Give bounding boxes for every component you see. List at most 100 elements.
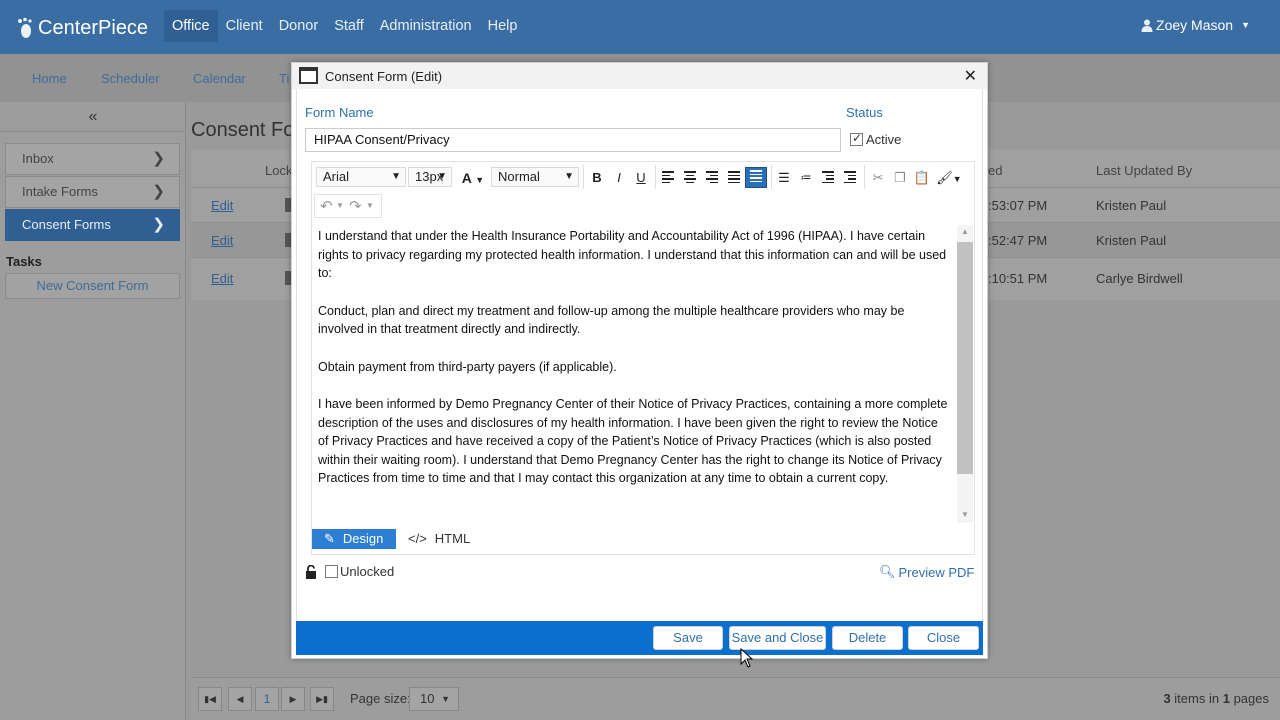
- prev-page-icon[interactable]: ◀: [228, 687, 252, 711]
- font-family-value: Arial: [323, 169, 350, 184]
- content-paragraph: Conduct, plan and direct my treatment an…: [318, 303, 905, 337]
- toolbar-separator: [583, 165, 584, 189]
- next-page-icon[interactable]: ▶: [281, 687, 305, 711]
- caret-down-icon: ▼: [437, 171, 447, 182]
- subnav-calendar[interactable]: Calendar: [193, 71, 246, 86]
- status-label: Status: [846, 105, 883, 120]
- design-mode-label: Design: [342, 531, 384, 546]
- align-center-icon[interactable]: [680, 169, 700, 187]
- close-button[interactable]: Close: [908, 626, 979, 650]
- preview-pdf-link[interactable]: 🔍︎ Preview PDF: [879, 564, 974, 580]
- subnav-scheduler[interactable]: Scheduler: [101, 71, 160, 86]
- justify-icon[interactable]: [724, 169, 744, 187]
- form-name-label: Form Name: [305, 105, 374, 120]
- editor-scrollbar-thumb[interactable]: [957, 242, 973, 474]
- toolbar-separator: [655, 165, 656, 189]
- search-icon: 🔍︎: [879, 564, 896, 579]
- html-mode-tab[interactable]: </> HTML: [408, 529, 470, 549]
- redo-icon[interactable]: ↷: [349, 197, 362, 215]
- toolbar-separator: [864, 165, 865, 189]
- cut-icon[interactable]: ✂: [868, 169, 888, 187]
- nav-staff[interactable]: Staff: [326, 10, 372, 42]
- sidebar-item-intake-forms[interactable]: Intake Forms ❯: [5, 176, 180, 208]
- edit-link[interactable]: Edit: [211, 233, 233, 248]
- page-number-button[interactable]: 1: [255, 687, 279, 711]
- editor-content[interactable]: I understand that under the Health Insur…: [312, 225, 957, 523]
- unlocked-checkbox[interactable]: [325, 565, 338, 578]
- active-checkbox[interactable]: [850, 131, 863, 146]
- delete-button[interactable]: Delete: [832, 626, 903, 650]
- chevron-right-icon: ❯: [152, 183, 165, 200]
- numbered-list-icon[interactable]: ≔: [796, 169, 816, 187]
- page-title: Consent Fo: [191, 119, 295, 141]
- user-menu[interactable]: Zoey Mason ▼: [1141, 17, 1250, 33]
- window-icon: [299, 67, 318, 84]
- clear-alignment-icon[interactable]: [745, 167, 767, 188]
- page-count: 1: [1222, 691, 1230, 706]
- subnav-truncated[interactable]: Ti: [279, 71, 289, 86]
- nav-office[interactable]: Office: [164, 10, 218, 42]
- indent-icon[interactable]: [840, 169, 860, 187]
- grid-header-updated-by[interactable]: Last Updated By: [1096, 163, 1192, 178]
- subnav-home[interactable]: Home: [32, 71, 67, 86]
- paragraph-format-select[interactable]: Normal ▼: [491, 167, 579, 187]
- rich-text-editor: Arial ▼ 13px ▼ A ▼ Normal ▼ B I U ☰ ≔ ✂ …: [311, 161, 975, 555]
- save-button[interactable]: Save: [653, 626, 723, 650]
- collapse-sidebar-icon[interactable]: «: [0, 102, 186, 132]
- nav-help[interactable]: Help: [480, 10, 526, 42]
- brand[interactable]: CenterPiece: [16, 14, 148, 42]
- align-left-icon[interactable]: [658, 169, 678, 187]
- new-consent-form-button[interactable]: New Consent Form: [5, 273, 180, 299]
- edit-link[interactable]: Edit: [211, 198, 233, 213]
- paste-icon[interactable]: 📋: [912, 169, 932, 187]
- sidebar-item-label: Intake Forms: [22, 184, 98, 199]
- align-right-icon[interactable]: [702, 169, 722, 187]
- scroll-down-icon[interactable]: ▼: [957, 510, 973, 519]
- sidebar-item-label: Inbox: [22, 151, 54, 166]
- footprint-logo-icon: [18, 17, 32, 38]
- content-paragraph: I understand that under the Health Insur…: [318, 229, 947, 280]
- nav-administration[interactable]: Administration: [372, 10, 480, 42]
- outdent-icon[interactable]: [818, 169, 838, 187]
- html-mode-label: HTML: [434, 531, 471, 546]
- copy-icon[interactable]: ❐: [890, 169, 910, 187]
- caret-down-icon: ▼: [441, 694, 450, 704]
- font-family-select[interactable]: Arial ▼: [316, 167, 406, 187]
- nav-client[interactable]: Client: [218, 10, 271, 42]
- sidebar-item-inbox[interactable]: Inbox ❯: [5, 143, 180, 175]
- paragraph-format-value: Normal: [498, 169, 540, 184]
- updated-time: :52:47 PM: [988, 233, 1048, 248]
- last-page-icon[interactable]: ▶▮: [310, 687, 334, 711]
- dialog-titlebar[interactable]: Consent Form (Edit) ✕: [292, 63, 987, 89]
- dialog-footer: Save Save and Close Delete Close: [296, 621, 983, 655]
- first-page-icon[interactable]: ▮◀: [198, 687, 222, 711]
- underline-button[interactable]: U: [631, 169, 651, 187]
- nav-donor[interactable]: Donor: [271, 10, 327, 42]
- undo-icon[interactable]: ↶: [320, 197, 333, 215]
- pencil-icon: ✎: [324, 531, 335, 546]
- bold-button[interactable]: B: [587, 169, 607, 187]
- save-and-close-button[interactable]: Save and Close: [729, 626, 826, 650]
- dialog-title: Consent Form (Edit): [325, 69, 443, 84]
- content-paragraph: Obtain payment from third-party payers (…: [318, 359, 617, 374]
- mouse-cursor-icon: [740, 648, 754, 668]
- active-checkbox-row[interactable]: Active: [850, 131, 901, 147]
- scroll-up-icon[interactable]: ▲: [957, 227, 973, 236]
- bullet-list-icon[interactable]: ☰: [774, 169, 794, 187]
- dialog-body: Form Name Status HIPAA Consent/Privacy A…: [296, 89, 983, 621]
- grid-header-locked[interactable]: Lock: [265, 163, 292, 178]
- italic-button[interactable]: I: [609, 169, 629, 187]
- grid-header-updated[interactable]: ed: [988, 163, 1002, 178]
- form-name-input[interactable]: HIPAA Consent/Privacy: [305, 128, 841, 152]
- unlocked-label: Unlocked: [340, 564, 395, 579]
- edit-link[interactable]: Edit: [211, 271, 233, 286]
- design-mode-tab[interactable]: ✎ Design: [312, 529, 396, 549]
- font-color-button[interactable]: A ▼: [458, 169, 488, 187]
- pager-info: 3 items in 1 pages: [1163, 691, 1269, 706]
- sidebar-item-consent-forms[interactable]: Consent Forms ❯: [5, 209, 180, 241]
- page-size-select[interactable]: 10 ▼: [409, 687, 459, 711]
- editor-toolbar: Arial ▼ 13px ▼ A ▼ Normal ▼ B I U ☰ ≔ ✂ …: [312, 162, 974, 192]
- format-painter-icon[interactable]: 🖌▼: [934, 169, 964, 187]
- close-icon[interactable]: ✕: [964, 66, 977, 86]
- font-size-select[interactable]: 13px ▼: [408, 167, 452, 187]
